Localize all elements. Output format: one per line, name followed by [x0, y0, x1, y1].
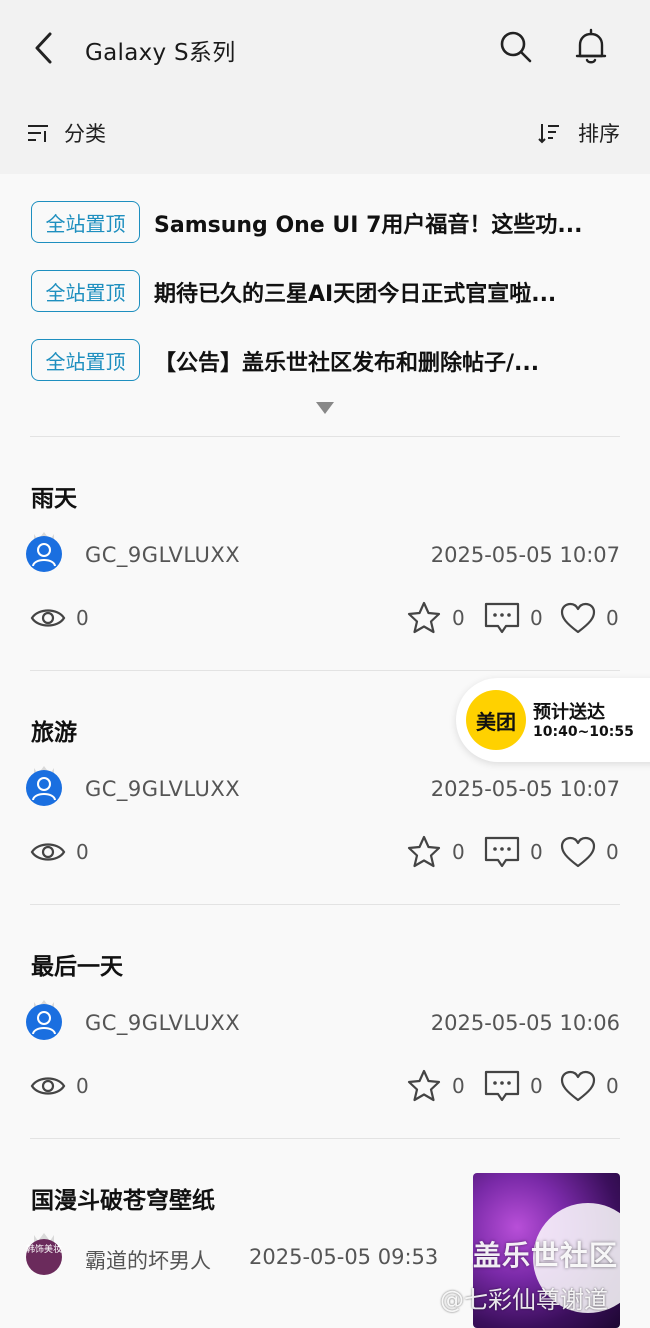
heart-icon: [560, 1070, 596, 1102]
post-time: 2025-05-05 09:53: [249, 1245, 439, 1269]
favorites-count: 0: [452, 1074, 465, 1098]
comment-button[interactable]: 0: [484, 1069, 543, 1103]
filter-bar: 分类 排序: [0, 96, 650, 174]
eye-icon: [30, 609, 66, 627]
back-arrow-icon[interactable]: [28, 28, 60, 68]
avatar-image: 韩饰美妆: [26, 1239, 62, 1275]
user-avatar-icon[interactable]: [24, 762, 64, 806]
username[interactable]: GC_9GLVLUXX: [85, 543, 240, 567]
pinned-post-title: 期待已久的三星AI天团今日正式官宣啦...: [154, 282, 557, 307]
username[interactable]: 霸道的坏男人: [85, 1245, 211, 1275]
star-icon: [407, 601, 441, 634]
comments-count: 0: [530, 606, 543, 630]
sort-icon: [538, 124, 559, 144]
favorites-count: 0: [452, 606, 465, 630]
pinned-badge: 全站置顶: [31, 201, 140, 243]
sort-button[interactable]: 排序: [537, 118, 620, 148]
pinned-post[interactable]: 全站置顶 期待已久的三星AI天团今日正式官宣啦...: [31, 270, 556, 312]
comment-button[interactable]: 0: [484, 835, 543, 869]
pinned-post[interactable]: 全站置顶 【公告】盖乐世社区发布和删除帖子/...: [31, 339, 539, 381]
pinned-post-title: Samsung One UI 7用户福音！这些功...: [154, 213, 583, 238]
pinned-post-title: 【公告】盖乐世社区发布和删除帖子/...: [154, 351, 540, 376]
watermark-author: @七彩仙尊谢道: [440, 1286, 608, 1314]
post-time: 2025-05-05 10:06: [430, 1011, 620, 1035]
like-button[interactable]: 0: [560, 601, 619, 635]
divider: [30, 904, 620, 905]
user-avatar-icon[interactable]: [24, 996, 64, 1040]
meituan-delivery-widget[interactable]: 美团 预计送达 10:40~10:55: [456, 678, 650, 762]
likes-count: 0: [606, 1074, 619, 1098]
post-title[interactable]: 最后一天: [31, 947, 123, 981]
likes-count: 0: [606, 606, 619, 630]
username[interactable]: GC_9GLVLUXX: [85, 777, 240, 801]
views-stat: 0: [30, 601, 89, 635]
views-stat: 0: [30, 1069, 89, 1103]
star-icon: [407, 1069, 441, 1102]
pinned-post[interactable]: 全站置顶 Samsung One UI 7用户福音！这些功...: [31, 201, 582, 243]
divider: [30, 436, 620, 437]
like-button[interactable]: 0: [560, 1069, 619, 1103]
post-time: 2025-05-05 10:07: [430, 777, 620, 801]
divider: [30, 670, 620, 671]
favorite-button[interactable]: 0: [406, 835, 465, 869]
favorite-button[interactable]: 0: [406, 601, 465, 635]
views-stat: 0: [30, 835, 89, 869]
notification-bell-icon[interactable]: [572, 27, 610, 67]
likes-count: 0: [606, 840, 619, 864]
comment-icon: [484, 1070, 520, 1102]
eye-icon: [30, 1077, 66, 1095]
post-title[interactable]: 国漫斗破苍穹壁纸: [31, 1181, 215, 1215]
page-title: Galaxy S系列: [85, 40, 236, 66]
category-filter-button[interactable]: 分类: [26, 118, 106, 148]
comment-button[interactable]: 0: [484, 601, 543, 635]
post-title[interactable]: 旅游: [31, 713, 77, 747]
heart-icon: [560, 836, 596, 868]
divider: [30, 1138, 620, 1139]
watermark-community: 盖乐世社区: [473, 1239, 619, 1272]
expand-pinned-icon[interactable]: [316, 402, 334, 414]
star-icon: [407, 835, 441, 868]
category-label: 分类: [64, 122, 106, 146]
comment-icon: [484, 836, 520, 868]
sort-label: 排序: [578, 122, 620, 146]
like-button[interactable]: 0: [560, 835, 619, 869]
filter-icon: [28, 125, 48, 142]
comments-count: 0: [530, 840, 543, 864]
comments-count: 0: [530, 1074, 543, 1098]
meituan-logo: 美团: [466, 690, 526, 750]
pinned-badge: 全站置顶: [31, 270, 140, 312]
post-time: 2025-05-05 10:07: [430, 543, 620, 567]
favorite-button[interactable]: 0: [406, 1069, 465, 1103]
views-count: 0: [76, 840, 89, 864]
post-list: 全站置顶 Samsung One UI 7用户福音！这些功... 全站置顶 期待…: [0, 174, 650, 1328]
favorites-count: 0: [452, 840, 465, 864]
top-app-bar: Galaxy S系列: [0, 0, 650, 96]
views-count: 0: [76, 1074, 89, 1098]
heart-icon: [560, 602, 596, 634]
delivery-label: 预计送达: [533, 702, 605, 723]
post-title[interactable]: 雨天: [31, 479, 77, 513]
eye-icon: [30, 843, 66, 861]
search-icon[interactable]: [497, 28, 535, 66]
user-avatar-icon[interactable]: [24, 528, 64, 572]
comment-icon: [484, 602, 520, 634]
username[interactable]: GC_9GLVLUXX: [85, 1011, 240, 1035]
views-count: 0: [76, 606, 89, 630]
user-avatar[interactable]: 韩饰美妆: [24, 1231, 64, 1275]
pinned-badge: 全站置顶: [31, 339, 140, 381]
delivery-time: 10:40~10:55: [533, 724, 634, 740]
